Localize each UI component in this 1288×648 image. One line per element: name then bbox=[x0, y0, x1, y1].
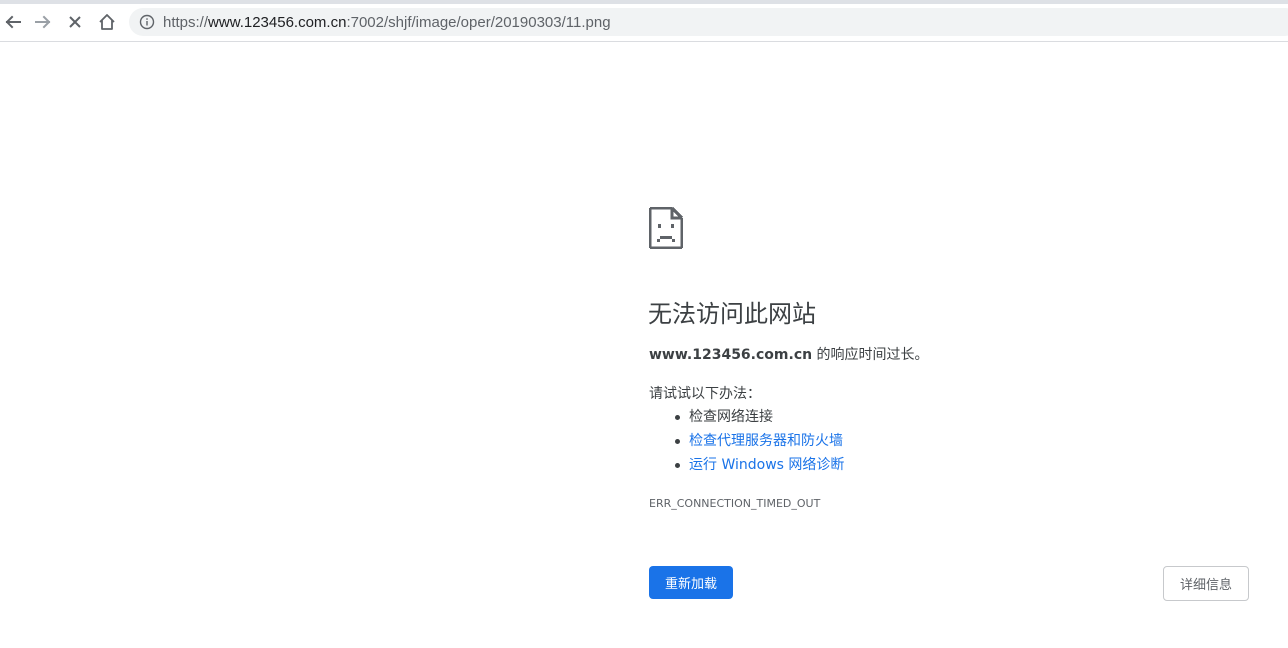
suggestion-check-proxy-link[interactable]: 检查代理服务器和防火墙 bbox=[674, 429, 844, 453]
stop-button[interactable] bbox=[62, 9, 88, 35]
info-icon[interactable] bbox=[139, 14, 155, 30]
error-code: ERR_CONNECTION_TIMED_OUT bbox=[649, 497, 821, 510]
home-icon bbox=[99, 14, 115, 30]
tab-strip-edge bbox=[0, 0, 1288, 4]
suggestions-label: 请试试以下办法： bbox=[649, 386, 761, 402]
url-path: :7002/shjf/image/oper/20190303/11.png bbox=[346, 13, 611, 31]
arrow-left-icon bbox=[5, 15, 21, 29]
forward-button[interactable] bbox=[30, 9, 56, 35]
suggestions-list: 检查网络连接 检查代理服务器和防火墙 运行 Windows 网络诊断 bbox=[649, 405, 844, 477]
url-text[interactable]: https://www.123456.com.cn:7002/shjf/imag… bbox=[163, 14, 611, 31]
home-button[interactable] bbox=[94, 9, 120, 35]
address-bar[interactable]: https://www.123456.com.cn:7002/shjf/imag… bbox=[129, 8, 1288, 36]
sad-document-icon bbox=[648, 206, 684, 250]
suggestion-check-connection: 检查网络连接 bbox=[674, 405, 844, 429]
close-icon bbox=[69, 16, 81, 28]
reload-button[interactable]: 重新加载 bbox=[649, 566, 733, 599]
summary-text: 的响应时间过长。 bbox=[812, 347, 929, 363]
details-button[interactable]: 详细信息 bbox=[1163, 566, 1249, 601]
url-scheme: https:// bbox=[163, 13, 209, 31]
summary-host: www.123456.com.cn bbox=[649, 347, 813, 363]
arrow-right-icon bbox=[35, 15, 51, 29]
browser-toolbar: https://www.123456.com.cn:7002/shjf/imag… bbox=[0, 0, 1288, 42]
url-host: www.123456.com.cn bbox=[208, 13, 347, 31]
error-summary: www.123456.com.cn 的响应时间过长。 bbox=[649, 344, 929, 364]
suggestion-run-diagnostics-link[interactable]: 运行 Windows 网络诊断 bbox=[674, 453, 844, 477]
back-button[interactable] bbox=[0, 9, 26, 35]
page-title: 无法访问此网站 bbox=[648, 300, 816, 328]
